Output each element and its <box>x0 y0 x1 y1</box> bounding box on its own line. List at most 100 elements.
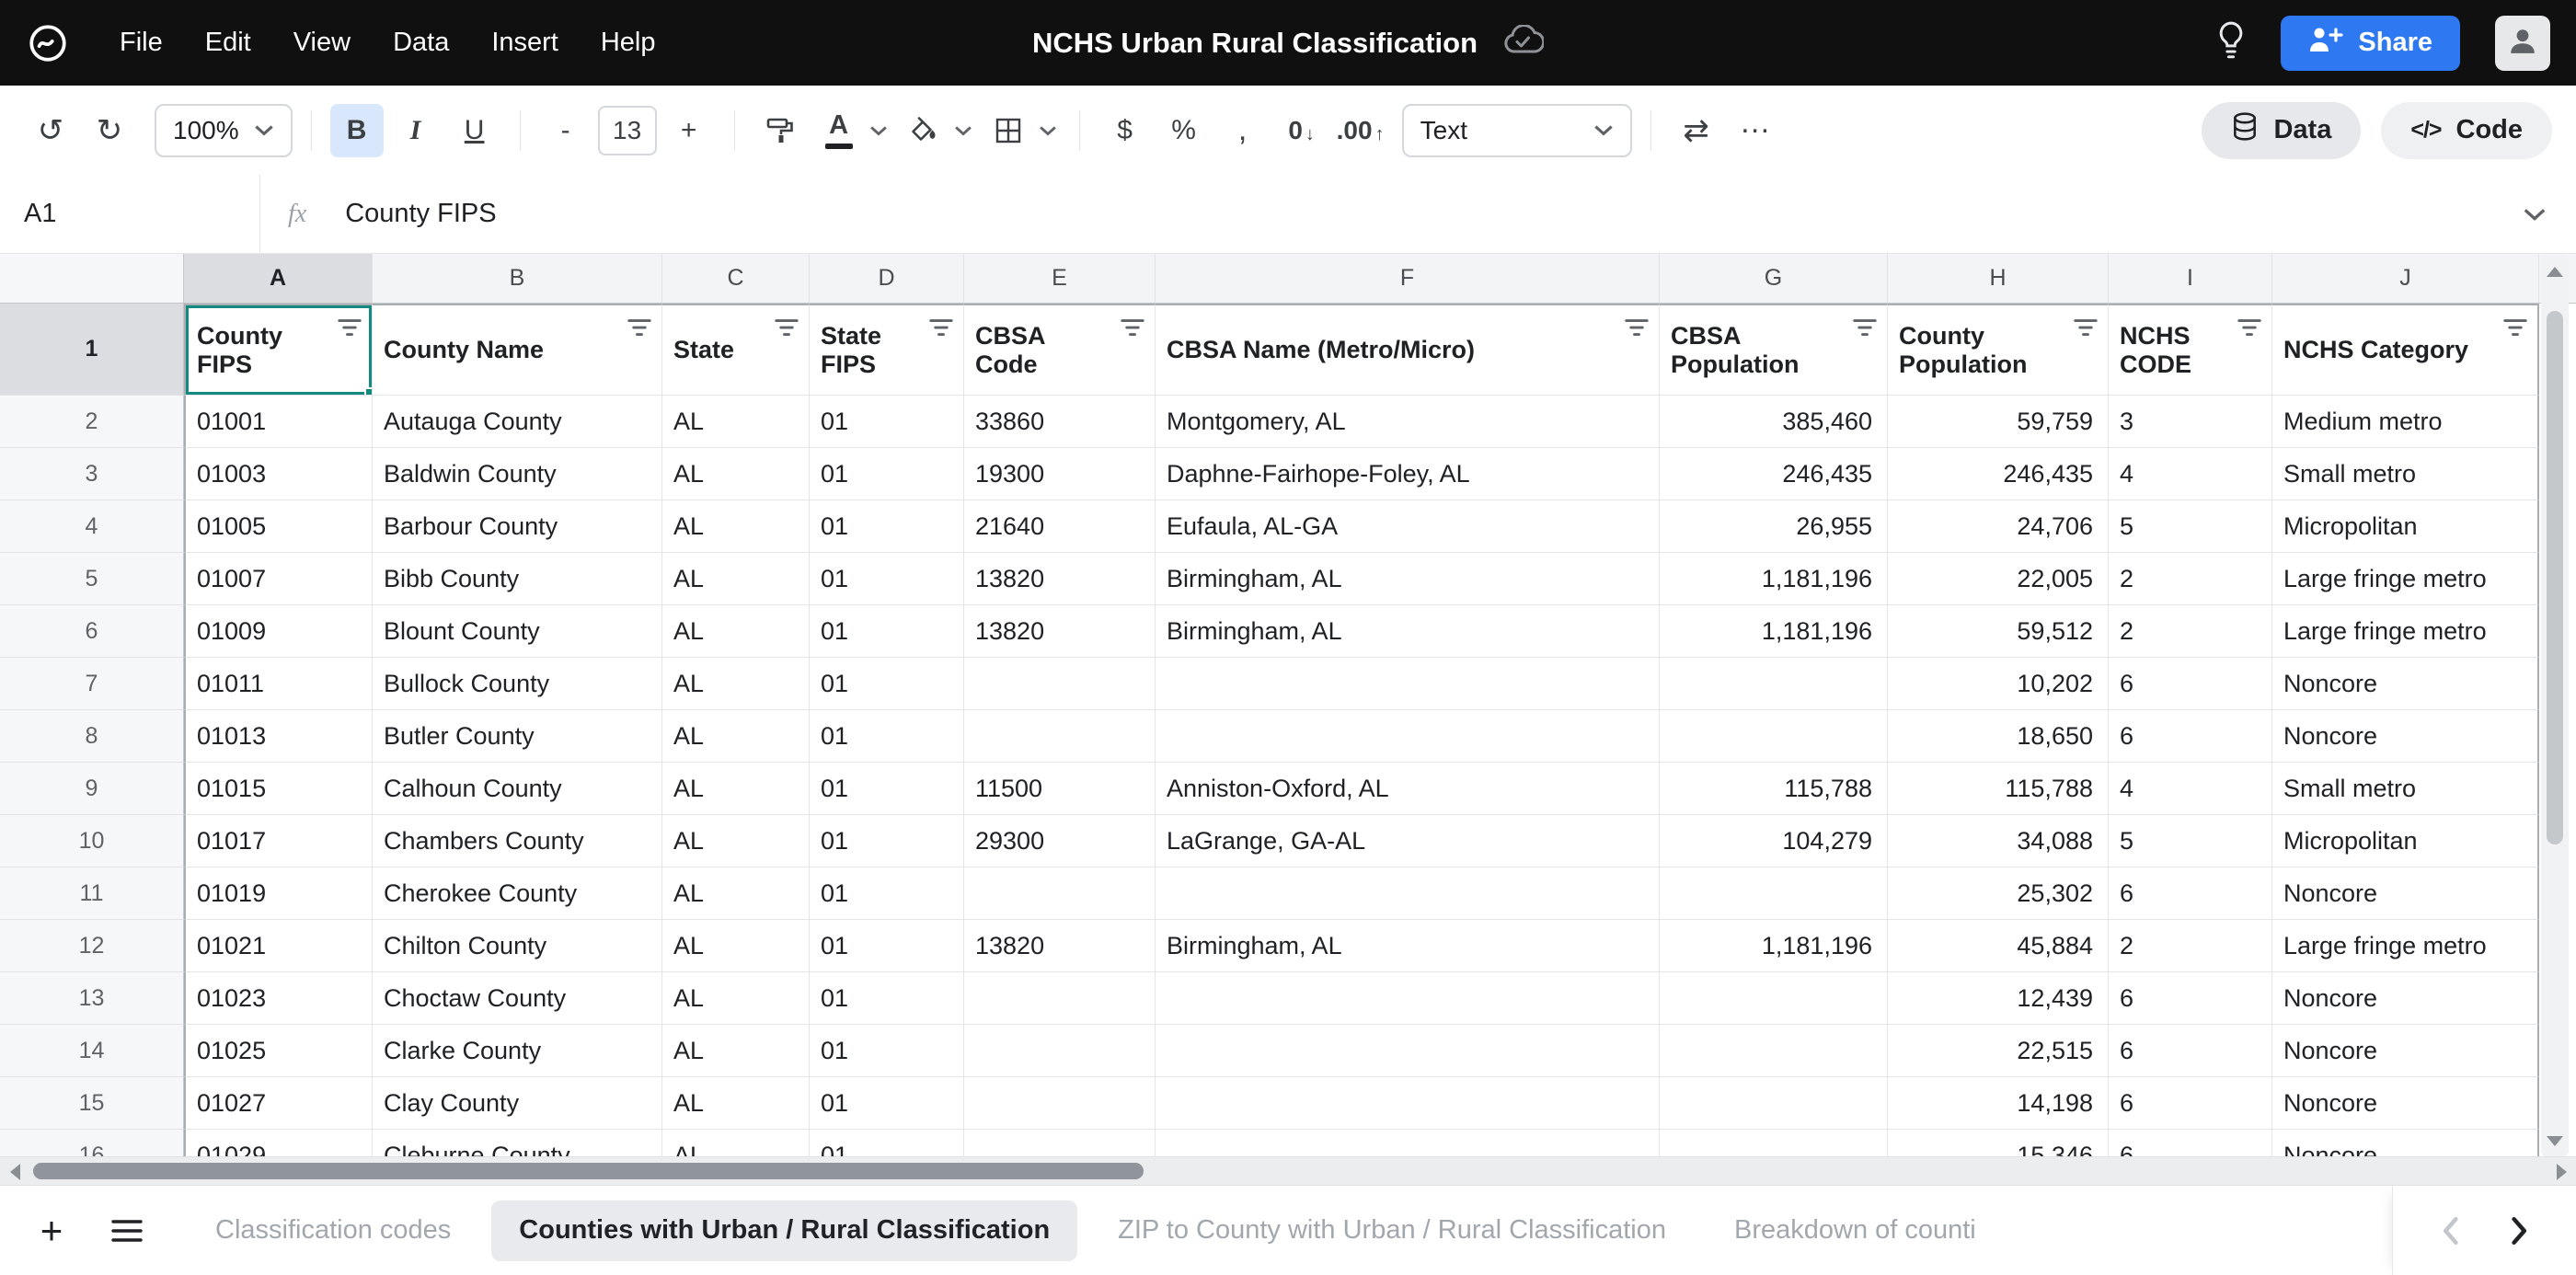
cell-H11[interactable]: 25,302 <box>1888 867 2109 920</box>
cell-B16[interactable]: Cleburne County <box>373 1130 662 1156</box>
cell-A5[interactable]: 01007 <box>184 553 373 605</box>
cell-I5[interactable]: 2 <box>2109 553 2272 605</box>
tabs-scroll-right-button[interactable] <box>2499 1210 2541 1252</box>
cell-J13[interactable]: Noncore <box>2272 972 2539 1025</box>
cell-F11[interactable] <box>1156 867 1660 920</box>
cell-G14[interactable] <box>1660 1025 1888 1077</box>
cell-B9[interactable]: Calhoun County <box>373 763 662 815</box>
currency-format-button[interactable]: $ <box>1098 104 1152 157</box>
menu-file[interactable]: File <box>101 17 181 69</box>
header-cell-J1[interactable]: NCHS Category <box>2272 304 2539 396</box>
cell-G16[interactable] <box>1660 1130 1888 1156</box>
cell-C14[interactable]: AL <box>662 1025 810 1077</box>
cell-C7[interactable]: AL <box>662 658 810 710</box>
convert-data-button[interactable]: ⇄ <box>1670 104 1723 157</box>
cell-D9[interactable]: 01 <box>810 763 964 815</box>
header-cell-D1[interactable]: State FIPS <box>810 304 964 396</box>
cell-I12[interactable]: 2 <box>2109 920 2272 972</box>
cell-H12[interactable]: 45,884 <box>1888 920 2109 972</box>
cell-C9[interactable]: AL <box>662 763 810 815</box>
cell-A3[interactable]: 01003 <box>184 448 373 500</box>
row-number-9[interactable]: 9 <box>0 763 184 815</box>
cell-A6[interactable]: 01009 <box>184 605 373 658</box>
row-number-15[interactable]: 15 <box>0 1077 184 1130</box>
row-number-12[interactable]: 12 <box>0 920 184 972</box>
cell-B11[interactable]: Cherokee County <box>373 867 662 920</box>
cell-A2[interactable]: 01001 <box>184 396 373 448</box>
cell-E7[interactable] <box>964 658 1156 710</box>
lightbulb-icon[interactable] <box>2216 20 2246 65</box>
menu-view[interactable]: View <box>275 17 369 69</box>
cell-B6[interactable]: Blount County <box>373 605 662 658</box>
cell-G9[interactable]: 115,788 <box>1660 763 1888 815</box>
cell-F13[interactable] <box>1156 972 1660 1025</box>
cell-B12[interactable]: Chilton County <box>373 920 662 972</box>
cell-G10[interactable]: 104,279 <box>1660 815 1888 867</box>
borders-dropdown[interactable] <box>1035 104 1061 157</box>
bold-button[interactable]: B <box>330 104 384 157</box>
cell-E9[interactable]: 11500 <box>964 763 1156 815</box>
cell-E11[interactable] <box>964 867 1156 920</box>
horizontal-scroll-thumb[interactable] <box>33 1163 1144 1179</box>
column-header-C[interactable]: C <box>662 254 810 304</box>
text-color-dropdown[interactable] <box>866 104 891 157</box>
cell-J4[interactable]: Micropolitan <box>2272 500 2539 553</box>
decrease-font-size-button[interactable]: - <box>539 104 592 157</box>
formula-input[interactable]: County FIPS <box>345 199 496 229</box>
cell-I10[interactable]: 5 <box>2109 815 2272 867</box>
zoom-dropdown[interactable]: 100% <box>155 104 293 157</box>
cell-G6[interactable]: 1,181,196 <box>1660 605 1888 658</box>
row-number-6[interactable]: 6 <box>0 605 184 658</box>
cell-F6[interactable]: Birmingham, AL <box>1156 605 1660 658</box>
cell-C12[interactable]: AL <box>662 920 810 972</box>
cell-J5[interactable]: Large fringe metro <box>2272 553 2539 605</box>
fill-color-dropdown[interactable] <box>950 104 976 157</box>
column-header-G[interactable]: G <box>1660 254 1888 304</box>
cell-B3[interactable]: Baldwin County <box>373 448 662 500</box>
cell-B13[interactable]: Choctaw County <box>373 972 662 1025</box>
cell-D11[interactable]: 01 <box>810 867 964 920</box>
cell-D4[interactable]: 01 <box>810 500 964 553</box>
comma-format-button[interactable]: , <box>1216 104 1270 157</box>
scroll-up-button[interactable] <box>2541 256 2569 287</box>
cell-reference-box[interactable]: A1 <box>0 175 260 253</box>
vertical-scrollbar[interactable] <box>2541 256 2569 1156</box>
menu-help[interactable]: Help <box>582 17 674 69</box>
sheet-tab-2[interactable]: Counties with Urban / Rural Classificati… <box>491 1200 1077 1261</box>
cell-D14[interactable]: 01 <box>810 1025 964 1077</box>
fill-handle[interactable] <box>364 387 373 396</box>
cell-G3[interactable]: 246,435 <box>1660 448 1888 500</box>
column-header-H[interactable]: H <box>1888 254 2109 304</box>
cell-H3[interactable]: 246,435 <box>1888 448 2109 500</box>
cell-B7[interactable]: Bullock County <box>373 658 662 710</box>
undo-button[interactable]: ↺ <box>24 104 77 157</box>
header-cell-C1[interactable]: State <box>662 304 810 396</box>
underline-button[interactable]: U <box>448 104 501 157</box>
cell-F12[interactable]: Birmingham, AL <box>1156 920 1660 972</box>
cell-C15[interactable]: AL <box>662 1077 810 1130</box>
account-button[interactable] <box>2495 16 2550 71</box>
cell-C11[interactable]: AL <box>662 867 810 920</box>
cell-C2[interactable]: AL <box>662 396 810 448</box>
formula-bar-expand-button[interactable] <box>2523 207 2547 222</box>
cell-E15[interactable] <box>964 1077 1156 1130</box>
cell-J6[interactable]: Large fringe metro <box>2272 605 2539 658</box>
cell-H15[interactable]: 14,198 <box>1888 1077 2109 1130</box>
filter-icon[interactable] <box>1624 315 1650 343</box>
cell-J9[interactable]: Small metro <box>2272 763 2539 815</box>
cell-H14[interactable]: 22,515 <box>1888 1025 2109 1077</box>
scroll-right-button[interactable] <box>2548 1157 2574 1187</box>
cell-G12[interactable]: 1,181,196 <box>1660 920 1888 972</box>
filter-icon[interactable] <box>2502 315 2528 343</box>
fill-color-button[interactable] <box>897 104 950 157</box>
cell-C4[interactable]: AL <box>662 500 810 553</box>
cell-C5[interactable]: AL <box>662 553 810 605</box>
cell-E6[interactable]: 13820 <box>964 605 1156 658</box>
row-number-11[interactable]: 11 <box>0 867 184 920</box>
filter-icon[interactable] <box>1120 315 1145 343</box>
cell-E8[interactable] <box>964 710 1156 763</box>
data-button[interactable]: Data <box>2202 102 2361 159</box>
cell-I9[interactable]: 4 <box>2109 763 2272 815</box>
cell-C16[interactable]: AL <box>662 1130 810 1156</box>
cell-B5[interactable]: Bibb County <box>373 553 662 605</box>
